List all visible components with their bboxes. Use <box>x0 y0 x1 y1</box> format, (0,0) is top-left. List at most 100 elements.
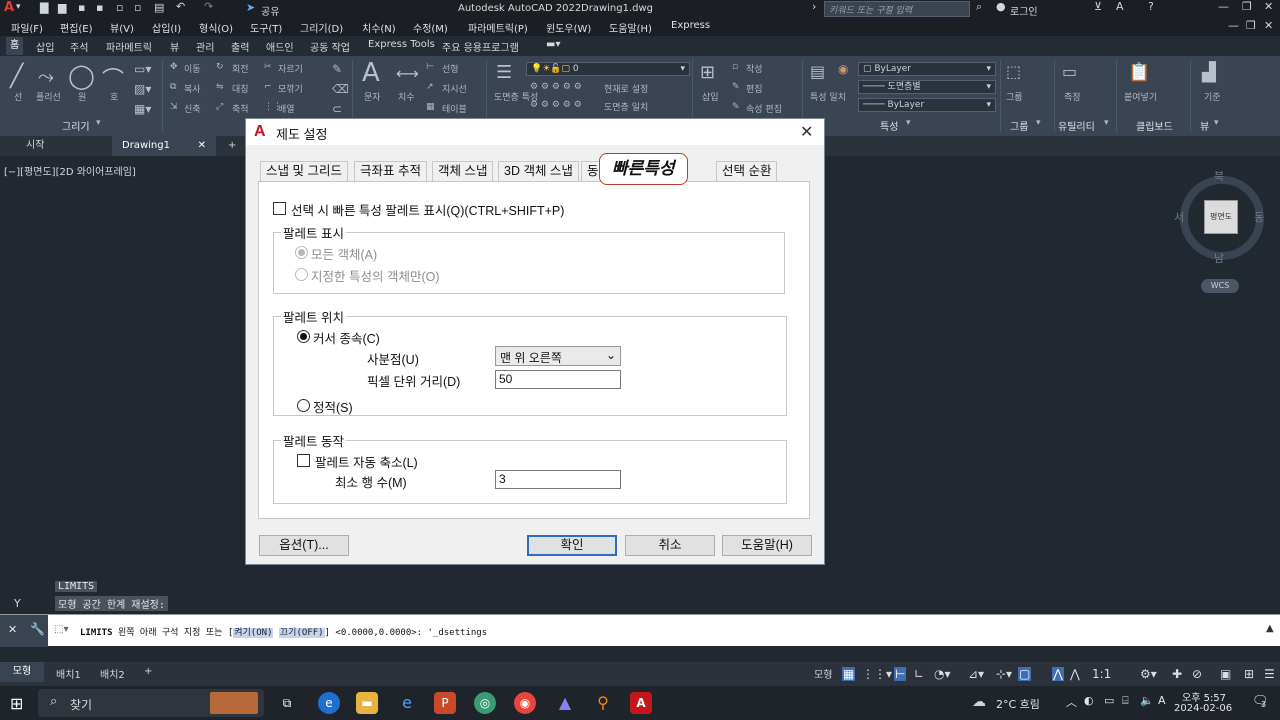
line-tool-icon[interactable]: ╱ <box>10 64 23 89</box>
group-view-chevron-icon[interactable]: ▾ <box>1214 118 1219 128</box>
wcs-menu[interactable]: WCS <box>1201 279 1239 293</box>
autocad-logo-icon[interactable]: A <box>4 0 14 15</box>
measure-tool-label[interactable]: 측정 <box>1064 90 1081 103</box>
quadrant-select[interactable]: 맨 위 오른쪽 ⌄ <box>495 346 621 366</box>
object-snap-icon[interactable]: ▢ <box>1018 667 1032 681</box>
draw-polyline-label[interactable]: 폴리선 <box>36 90 61 103</box>
login-label[interactable]: 로그인 <box>1010 3 1038 18</box>
isolate-objects-icon[interactable]: ▣ <box>1220 667 1231 681</box>
redo-icon[interactable]: ↷ <box>204 0 213 13</box>
tray-app-icon[interactable]: ◐ <box>1084 694 1094 707</box>
layout-tab-layout2[interactable]: 배치2 <box>100 666 125 681</box>
weather-cloud-icon[interactable]: ☁ <box>972 694 986 710</box>
menu-help[interactable]: 도움말(H) <box>609 20 652 35</box>
full-screen-icon[interactable]: ⊞ <box>1244 667 1254 681</box>
ortho-icon[interactable]: ∟ <box>914 667 924 681</box>
block-edit-label[interactable]: 편집 <box>746 82 763 95</box>
measure-tool-icon[interactable]: ▭ <box>1062 62 1077 81</box>
object-snap-tracking-icon[interactable]: ⊹▾ <box>996 667 1012 681</box>
block-attr-label[interactable]: 속성 편집 <box>746 102 782 115</box>
layout-tab-layout1[interactable]: 배치1 <box>56 666 81 681</box>
command-option-off[interactable]: 끄기(OFF) <box>278 628 325 638</box>
edit-pencil-icon[interactable]: ✎ <box>332 62 342 76</box>
group-groups-chevron-icon[interactable]: ▾ <box>1036 118 1041 128</box>
share-label[interactable]: 공유 <box>261 3 279 18</box>
draw-arc-label[interactable]: 호 <box>110 90 118 103</box>
modify-rotate-label[interactable]: 회전 <box>232 62 249 75</box>
paste-tool-icon[interactable]: 📋 <box>1128 62 1150 83</box>
save-icon[interactable]: ▪ <box>78 1 85 14</box>
layer-match-label[interactable]: 도면층 일치 <box>604 100 648 113</box>
layer-tools-icon[interactable]: ⚙ ⚙ ⚙ ⚙ ⚙ <box>530 100 582 110</box>
scale-tool-icon[interactable]: ⤢ <box>216 102 223 112</box>
menu-dimension[interactable]: 치수(N) <box>362 20 396 35</box>
erase-icon[interactable]: ⌫ <box>332 82 349 96</box>
layer-dropdown[interactable]: 💡☀🔓▢ 0 ▾ <box>526 62 690 76</box>
move-tool-icon[interactable]: ✥ <box>170 62 178 72</box>
layer-properties-icon[interactable]: ☰ <box>496 62 512 83</box>
new-file-icon[interactable]: ▇ <box>40 1 48 14</box>
ribbon-tab-insert[interactable]: 삽입 <box>36 39 54 54</box>
undo-icon[interactable]: ↶ <box>176 0 185 13</box>
ribbon-tab-view[interactable]: 뷰 <box>170 39 179 54</box>
show-quick-properties-checkbox[interactable] <box>273 202 286 215</box>
draw-circle-label[interactable]: 원 <box>78 90 86 103</box>
annotation-dimension-label[interactable]: 치수 <box>398 90 415 103</box>
fillet-tool-icon[interactable]: ⌐ <box>264 82 272 92</box>
menu-format[interactable]: 형식(O) <box>199 20 233 35</box>
command-line-handle[interactable]: ✕ 🔧 <box>0 615 48 647</box>
model-space-toggle[interactable]: 모형 <box>814 666 832 681</box>
cancel-button[interactable]: 취소 <box>625 535 715 556</box>
copy-tool-icon[interactable]: ⧉ <box>170 82 176 92</box>
ribbon-tab-parametric[interactable]: 파라메트릭 <box>106 39 152 54</box>
network-icon[interactable]: ⌸ <box>1122 694 1129 708</box>
annotation-monitor-icon[interactable]: ✚ <box>1172 667 1182 681</box>
menu-modify[interactable]: 수정(M) <box>413 20 448 35</box>
cursor-dependent-label[interactable]: 커서 종속(C) <box>313 328 380 347</box>
linear-dim-icon[interactable]: ⊢ <box>426 62 434 72</box>
text-tool-icon[interactable]: A <box>362 58 380 88</box>
block-create-label[interactable]: 작성 <box>746 62 763 75</box>
recent-commands-icon[interactable]: ⬚▾ <box>54 624 68 635</box>
options-button[interactable]: 옵션(T)... <box>259 535 349 556</box>
customize-status-icon[interactable]: ☰ <box>1264 667 1275 681</box>
layer-set-current-label[interactable]: 현재로 설정 <box>604 82 648 95</box>
viewport-controls[interactable]: [−][평면도][2D 와이어프레임] <box>4 163 136 178</box>
block-create-icon[interactable]: ▫ <box>732 62 738 72</box>
units-icon[interactable]: ⊘ <box>1192 667 1202 681</box>
tab-quick-properties[interactable]: 빠른특성 <box>599 153 688 185</box>
auto-scale-icon[interactable]: ⋀ <box>1070 667 1080 681</box>
doc-close-icon[interactable]: ✕ <box>1264 19 1273 32</box>
help-icon[interactable]: ? <box>1148 0 1154 13</box>
group-tool-icon[interactable]: ⬚ <box>1006 62 1021 81</box>
distance-input[interactable]: 50 <box>495 370 621 389</box>
block-edit-icon[interactable]: ✎ <box>732 82 740 92</box>
workspace-gear-icon[interactable]: ⚙▾ <box>1140 667 1157 681</box>
match-properties-label[interactable]: 특성 일치 <box>810 90 846 103</box>
tab-polar-tracking[interactable]: 극좌표 추적 <box>354 161 427 181</box>
tab-object-snap[interactable]: 객체 스냅 <box>432 161 494 181</box>
offset-icon[interactable]: ⊂ <box>332 102 342 116</box>
group-view[interactable]: 뷰 <box>1200 118 1209 133</box>
modify-fillet-label[interactable]: 모깎기 <box>278 82 303 95</box>
autodesk-a360-icon[interactable]: A <box>1116 0 1124 13</box>
compass-south[interactable]: 남 <box>1214 250 1224 266</box>
base-view-label[interactable]: 기준 <box>1204 90 1221 103</box>
clock-date[interactable]: 2024-02-06 <box>1174 703 1232 714</box>
annotation-scale-value[interactable]: 1:1 <box>1092 667 1111 681</box>
web-mobile-icon[interactable]: ▫ <box>116 1 123 14</box>
menu-view[interactable]: 뷰(V) <box>110 20 134 35</box>
group-groups[interactable]: 그룹 <box>1010 118 1028 133</box>
modify-scale-label[interactable]: 축척 <box>232 102 249 115</box>
annotation-text-label[interactable]: 문자 <box>364 90 381 103</box>
modify-trim-label[interactable]: 자르기 <box>278 62 303 75</box>
mirror-tool-icon[interactable]: ⇋ <box>216 82 224 92</box>
ribbon-tab-manage[interactable]: 관리 <box>196 39 214 54</box>
autocad-taskbar-icon[interactable]: A <box>630 692 652 714</box>
command-close-icon[interactable]: ✕ <box>8 623 17 636</box>
polar-tracking-icon[interactable]: ◔▾ <box>934 667 951 681</box>
annotation-table-label[interactable]: 테이블 <box>442 102 467 115</box>
color-wheel-icon[interactable]: ◉ <box>838 62 848 76</box>
specified-objects-label[interactable]: 지정한 특성의 객체만(O) <box>311 266 440 285</box>
search-app-icon[interactable]: ⚲ <box>592 692 614 714</box>
